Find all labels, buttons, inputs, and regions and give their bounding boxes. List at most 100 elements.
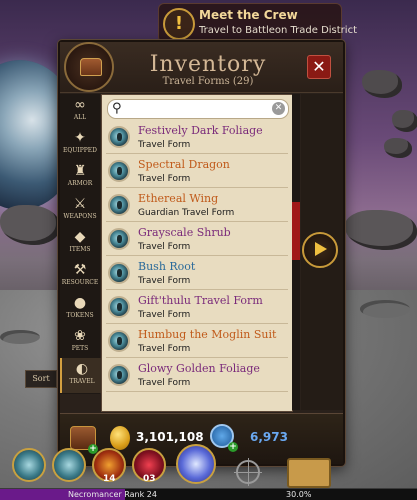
category-pets[interactable]: ❀ Pets (60, 325, 100, 360)
inventory-header: Inventory Travel Forms (29) ✕ (60, 42, 343, 93)
item-name: Spectral Dragon (138, 158, 230, 171)
sword-icon: ⚔ (73, 196, 87, 212)
inventory-title: Inventory (149, 52, 267, 77)
divider (106, 221, 288, 222)
item-type: Travel Form (138, 378, 191, 388)
category-items[interactable]: ◆ Items (60, 226, 100, 261)
travel-form-icon (108, 160, 130, 182)
paw-icon: ❀ (74, 328, 86, 344)
rank-label: Necromancer Rank 24 (68, 490, 157, 499)
travel-form-icon (108, 262, 130, 284)
item-type: Travel Form (138, 276, 191, 286)
target-icon[interactable] (234, 458, 262, 486)
category-travel[interactable]: ◐ Travel (60, 358, 102, 393)
token-icon: ● (73, 295, 87, 311)
category-equipped[interactable]: ✦ Equipped (60, 127, 100, 162)
list-item[interactable]: Bush Root Travel Form (106, 258, 288, 290)
travel-form-icon (108, 194, 130, 216)
list-item[interactable]: Ethereal Wing Guardian Travel Form (106, 190, 288, 222)
item-type: Travel Form (138, 174, 191, 184)
quest-subtitle: Travel to Battleon Trade District (199, 25, 357, 36)
clear-search-icon[interactable]: ✕ (272, 102, 285, 115)
divider (106, 187, 288, 188)
action-slot[interactable] (12, 448, 46, 482)
ac-amount: 6,973 (250, 430, 288, 444)
crater (360, 300, 410, 318)
action-slot[interactable] (52, 448, 86, 482)
search-bar[interactable]: ⚲ ✕ (107, 99, 289, 119)
item-name: Gift'thulu Travel Form (138, 294, 263, 307)
category-label: Pets (71, 345, 89, 352)
travel-form-icon (108, 296, 130, 318)
travel-form-icon (108, 228, 130, 250)
item-name: Ethereal Wing (138, 192, 219, 205)
close-button[interactable]: ✕ (307, 55, 331, 79)
search-icon: ⚲ (112, 101, 122, 116)
armor-icon: ♜ (73, 163, 87, 179)
list-item[interactable]: Grayscale Shrub Travel Form (106, 224, 288, 256)
category-label: All (73, 114, 87, 121)
item-name: Grayscale Shrub (138, 226, 231, 239)
ground-rock (345, 210, 417, 250)
gold-icon (110, 426, 130, 450)
item-type: Travel Form (138, 242, 191, 252)
tools-icon: ⚒ (73, 262, 87, 278)
list-item[interactable]: Humbug the Moglin Suit Travel Form (106, 326, 288, 358)
category-label: Resource (61, 279, 99, 286)
item-type: Travel Form (138, 310, 191, 320)
item-name: Glowy Golden Foliage (138, 362, 260, 375)
book-icon[interactable] (287, 458, 331, 488)
action-slot[interactable] (176, 444, 216, 484)
quest-tracker[interactable]: ! Meet the Crew Travel to Battleon Trade… (158, 3, 357, 43)
inventory-window: Inventory Travel Forms (29) ✕ ∞ All ✦ Equip… (58, 40, 345, 466)
list-item[interactable]: Spectral Dragon Travel Form (106, 156, 288, 188)
travel-form-icon (108, 330, 130, 352)
ground-rock (0, 205, 60, 245)
item-name: Festively Dark Foliage (138, 124, 263, 137)
category-resource[interactable]: ⚒ Resource (60, 259, 100, 294)
sort-button[interactable]: Sort (25, 370, 57, 388)
divider (106, 289, 288, 290)
travel-icon: ◐ (75, 361, 89, 377)
item-type: Guardian Travel Form (138, 208, 235, 218)
category-tokens[interactable]: ● Tokens (60, 292, 100, 327)
category-label: Travel (69, 378, 95, 385)
list-item[interactable]: Glowy Golden Foliage Travel Form (106, 360, 288, 392)
item-type: Travel Form (138, 140, 191, 150)
slot-cooldown: 03 (143, 474, 156, 484)
inventory-logo (64, 42, 114, 92)
item-type: Travel Form (138, 344, 191, 354)
exclamation-icon: ! (163, 8, 195, 40)
equipped-icon: ✦ (74, 130, 86, 146)
category-armor[interactable]: ♜ Armor (60, 160, 100, 195)
gold-amount: 3,101,108 (136, 430, 204, 444)
chest-icon (80, 58, 102, 76)
category-label: Equipped (63, 147, 97, 154)
buy-ac-icon[interactable]: + (228, 442, 238, 452)
item-name: Bush Root (138, 260, 196, 273)
infinity-icon: ∞ (74, 97, 86, 113)
quest-title: Meet the Crew (199, 8, 298, 22)
search-input[interactable] (130, 101, 269, 117)
scrollbar-thumb[interactable] (292, 202, 300, 260)
category-sidebar: ∞ All ✦ Equipped ♜ Armor ⚔ Weapons ◆ Items ⚒ Resour… (60, 94, 102, 394)
floating-rock (362, 70, 402, 98)
divider (106, 255, 288, 256)
crater (0, 330, 40, 344)
list-item[interactable]: Gift'thulu Travel Form Travel Form (106, 292, 288, 324)
list-item[interactable]: Festively Dark Foliage Travel Form (106, 122, 288, 154)
category-all[interactable]: ∞ All (60, 94, 100, 129)
category-label: Armor (67, 180, 93, 187)
next-arrow-button[interactable] (302, 232, 338, 268)
category-weapons[interactable]: ⚔ Weapons (60, 193, 100, 228)
travel-form-icon (108, 126, 130, 148)
divider (106, 323, 288, 324)
inventory-subtitle: Travel Forms (29) (162, 76, 254, 87)
divider (106, 153, 288, 154)
item-list: ⚲ ✕ Festively Dark Foliage Travel Form Spe… (101, 94, 293, 412)
category-label: Weapons (63, 213, 97, 220)
travel-form-icon (108, 364, 130, 386)
category-label: Items (69, 246, 91, 253)
divider (106, 391, 288, 392)
floating-rock (392, 110, 417, 132)
